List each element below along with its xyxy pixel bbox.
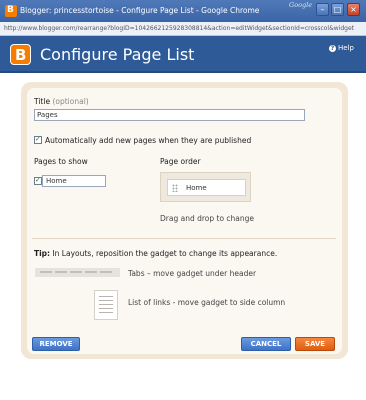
help-link[interactable]: ? Help (329, 44, 354, 52)
address-bar[interactable]: http://www.blogger.com/rearrange?blogID=… (0, 22, 366, 36)
blogger-app-icon (5, 5, 17, 17)
page-header: Configure Page List ?Help (0, 36, 366, 73)
page-order-item-label: Home (186, 184, 207, 192)
cancel-button[interactable]: CANCEL (241, 337, 291, 351)
auto-add-checkbox[interactable] (34, 135, 42, 144)
page-order-item-home[interactable]: Home (167, 179, 246, 196)
maximize-button[interactable]: □ (331, 3, 344, 16)
tip-text: In Layouts, reposition the gadget to cha… (52, 249, 278, 258)
page-order-label: Page order (160, 157, 201, 166)
drag-handle-icon[interactable] (172, 184, 178, 192)
page-home-item[interactable]: Home (42, 175, 106, 187)
title-label: Title (optional) (34, 97, 89, 106)
title-input[interactable] (34, 109, 305, 121)
remove-button[interactable]: REMOVE (32, 337, 80, 351)
list-description: List of links - move gadget to side colu… (128, 298, 286, 307)
title-label-text: Title (34, 97, 51, 106)
url-text[interactable]: http://www.blogger.com/rearrange?blogID=… (4, 25, 364, 32)
page-title: Configure Page List (40, 45, 195, 64)
drag-hint: Drag and drop to change (160, 214, 255, 223)
close-button[interactable]: × (347, 3, 360, 16)
pages-to-show-label: Pages to show (34, 157, 88, 166)
help-icon: ? (329, 45, 336, 52)
auto-add-label[interactable]: Automatically add new pages when they ar… (45, 136, 251, 145)
minimize-button[interactable]: – (316, 3, 329, 16)
window-title: Blogger: princesstortoise - Configure Pa… (20, 6, 260, 15)
tabs-layout-illustration (35, 268, 120, 277)
google-label: Google (289, 1, 313, 9)
title-optional-text: (optional) (52, 97, 89, 106)
help-label[interactable]: Help (338, 44, 354, 52)
save-button[interactable]: SAVE (295, 337, 335, 351)
list-layout-illustration (94, 290, 118, 320)
page-home-checkbox[interactable] (34, 176, 42, 185)
layout-tip: Tip: In Layouts, reposition the gadget t… (34, 249, 277, 258)
divider (32, 238, 336, 239)
window-title-bar: Blogger: princesstortoise - Configure Pa… (0, 0, 366, 22)
blogger-logo-icon (10, 44, 31, 65)
tip-prefix: Tip: (34, 249, 51, 258)
tabs-description: Tabs – move gadget under header (128, 269, 257, 278)
